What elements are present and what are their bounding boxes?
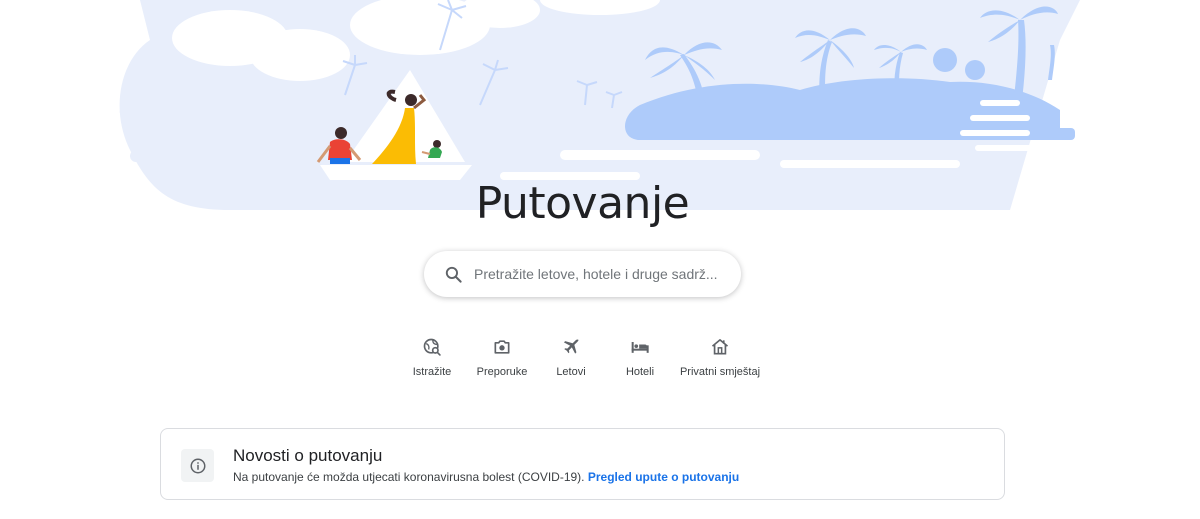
camera-icon bbox=[494, 340, 510, 354]
news-text: Na putovanje će možda utjecati koronavir… bbox=[233, 470, 585, 484]
search-input[interactable] bbox=[474, 266, 724, 282]
info-icon-box bbox=[181, 449, 214, 482]
house-icon bbox=[711, 339, 729, 355]
travel-guidance-link[interactable]: Pregled upute o putovanju bbox=[588, 470, 739, 484]
airplane-icon bbox=[563, 339, 579, 354]
info-icon bbox=[190, 458, 205, 473]
news-title: Novosti o putovanju bbox=[233, 446, 383, 465]
nav-vacation-rentals-label: Privatni smještaj bbox=[679, 366, 761, 378]
travel-news-card: Novosti o putovanju Na putovanje će možd… bbox=[160, 428, 1005, 500]
bed-icon bbox=[631, 342, 649, 353]
page-title: Putovanje bbox=[475, 178, 690, 229]
explore-globe-icon bbox=[423, 338, 441, 356]
search-box[interactable] bbox=[424, 251, 741, 297]
search-icon bbox=[445, 266, 462, 283]
nav-vacation-rentals[interactable]: Privatni smještaj bbox=[670, 337, 770, 378]
news-text-line: Na putovanje će možda utjecati koronavir… bbox=[233, 470, 739, 484]
